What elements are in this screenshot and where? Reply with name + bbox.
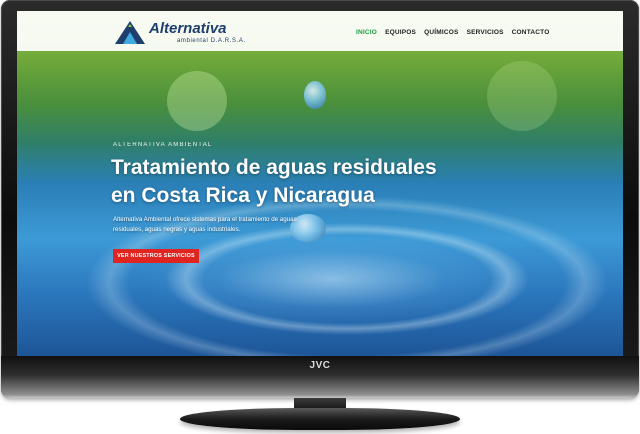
hero-headline: Tratamiento de aguas residuales en Costa…: [111, 154, 531, 210]
site-logo-name[interactable]: Alternativa: [149, 20, 227, 37]
hero-headline-line-2: en Costa Rica y Nicaragua: [111, 184, 375, 207]
hero-headline-line-1: Tratamiento de aguas residuales: [111, 156, 437, 179]
site-navbar: Alternativa ambiental D.A.R.S.A. INICIO …: [17, 11, 623, 51]
hero-eyebrow: ALTERNATIVA AMBIENTAL: [113, 142, 213, 148]
bokeh-light: [487, 61, 557, 131]
nav-item-servicios[interactable]: SERVICIOS: [467, 29, 504, 36]
falling-water-drop: [304, 81, 326, 109]
bokeh-light: [167, 71, 227, 131]
site-logo-subtitle: ambiental D.A.R.S.A.: [177, 38, 246, 44]
nav-item-equipos[interactable]: EQUIPOS: [385, 29, 416, 36]
view-services-button[interactable]: VER NUESTROS SERVICIOS: [113, 249, 199, 263]
triangle-logo-icon[interactable]: [113, 19, 147, 45]
tv-stand-base: [180, 408, 460, 430]
main-nav-menu: INICIO EQUIPOS QUÍMICOS SERVICIOS CONTAC…: [356, 29, 550, 36]
website-screen: Alternativa ambiental D.A.R.S.A. INICIO …: [17, 11, 623, 356]
hero-description: Alternativa Ambiental ofrece sistemas pa…: [113, 216, 297, 233]
tv-brand-logo: JVC: [309, 360, 331, 371]
nav-item-inicio[interactable]: INICIO: [356, 29, 377, 36]
nav-item-quimicos[interactable]: QUÍMICOS: [424, 29, 458, 36]
nav-item-contacto[interactable]: CONTACTO: [512, 29, 550, 36]
